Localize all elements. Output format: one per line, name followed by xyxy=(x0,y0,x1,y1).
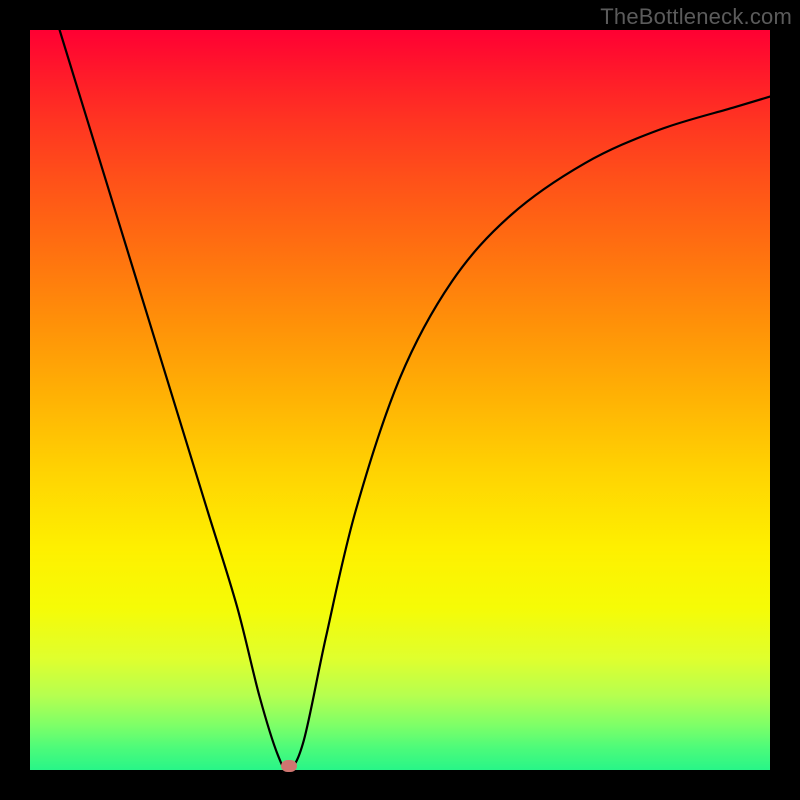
bottleneck-curve xyxy=(30,30,770,770)
min-marker xyxy=(281,760,297,772)
chart-frame: TheBottleneck.com xyxy=(0,0,800,800)
watermark-text: TheBottleneck.com xyxy=(600,4,792,30)
plot-area xyxy=(30,30,770,770)
